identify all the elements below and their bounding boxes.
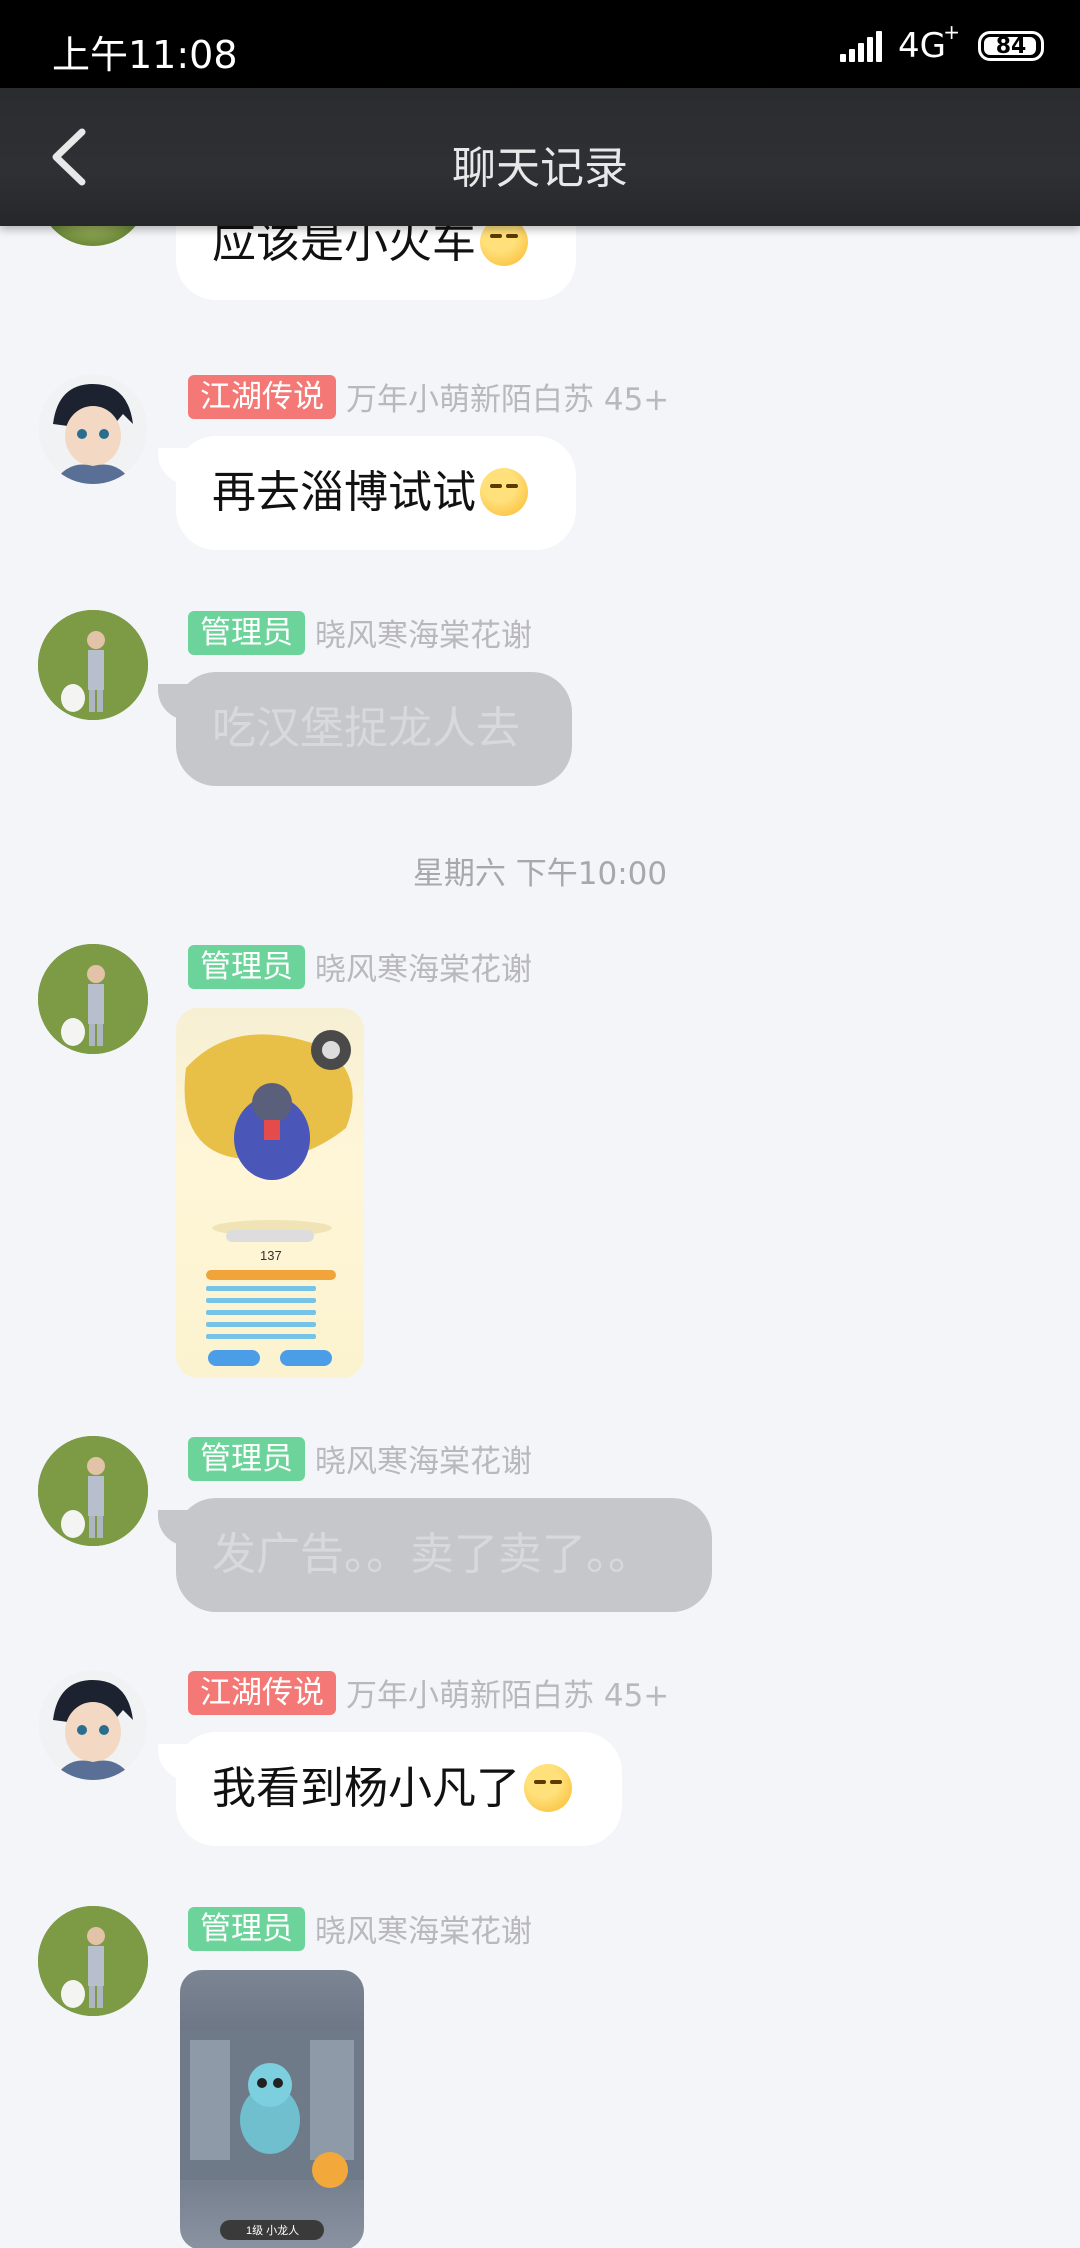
status-bar: 上午11:08 4G + 84 [0, 0, 1080, 88]
message-bubble[interactable]: 我看到杨小凡了 [158, 1732, 622, 1846]
role-badge: 管理员 [188, 1906, 305, 1951]
message-meta: 管理员 晓风寒海棠花谢 [188, 1436, 532, 1481]
avatar[interactable] [38, 226, 148, 246]
image-message[interactable]: 137 [176, 1008, 364, 1378]
network-type: 4G + [898, 20, 960, 66]
person-with-dog-avatar-icon [38, 944, 148, 1054]
message-meta: 江湖传说 万年小萌新陌白苏 45+ [188, 374, 669, 419]
nickname[interactable]: 晓风寒海棠花谢 [315, 944, 532, 989]
anime-avatar-icon [38, 1670, 148, 1780]
anime-avatar-icon [38, 374, 148, 484]
avatar[interactable] [38, 1436, 148, 1546]
nickname[interactable]: 晓风寒海棠花谢 [315, 1906, 532, 1951]
little-dragon-screenshot-icon: 1级 小龙人 [180, 2030, 364, 2240]
power-value: 137 [260, 1248, 282, 1263]
nickname[interactable]: 晓风寒海棠花谢 [315, 1436, 532, 1481]
status-time: 上午11:08 [52, 33, 238, 77]
message-bubble[interactable]: 吃汉堡捉龙人去 [158, 672, 572, 786]
nickname[interactable]: 万年小萌新陌白苏 45+ [346, 374, 669, 419]
person-with-dog-avatar-icon [38, 1436, 148, 1546]
battery-icon: 84 [978, 31, 1044, 61]
message-text: 再去淄博试试 [212, 467, 476, 518]
avatar[interactable] [38, 1670, 148, 1780]
chat-history[interactable]: 应该是小火车 江湖传说 万年小萌新陌白苏 45+ 再去淄博试试 管理员 晓风寒海… [0, 226, 1080, 2248]
smirk-emoji-icon [480, 468, 528, 516]
game-character-screenshot-icon: 137 [184, 1030, 353, 1366]
nav-bar: 聊天记录 [0, 88, 1080, 226]
rank-badge: 江湖传说 [188, 1670, 336, 1715]
rank-badge: 江湖传说 [188, 374, 336, 419]
avatar[interactable] [38, 374, 148, 484]
nickname[interactable]: 晓风寒海棠花谢 [315, 610, 532, 655]
avatar[interactable] [38, 610, 148, 720]
message-text: 吃汉堡捉龙人去 [212, 703, 520, 754]
message-meta: 管理员 晓风寒海棠花谢 [188, 1906, 532, 1951]
battery-level: 84 [995, 33, 1027, 59]
message-text: 我看到杨小凡了 [212, 1763, 520, 1814]
role-badge: 管理员 [188, 944, 305, 989]
person-with-dog-avatar-icon [38, 610, 148, 720]
timestamp: 星期六 下午10:00 [412, 856, 668, 892]
status-icons: 4G + 84 [840, 20, 1044, 66]
nickname[interactable]: 万年小萌新陌白苏 45+ [346, 1670, 669, 1715]
signal-icon [840, 30, 884, 62]
role-badge: 管理员 [188, 1436, 305, 1481]
message-bubble[interactable]: 再去淄博试试 [158, 436, 576, 550]
page-title: 聊天记录 [452, 143, 628, 194]
dragon-label: 1级 小龙人 [246, 2224, 299, 2237]
laugh-cry-emoji-icon [480, 226, 528, 266]
message-meta: 管理员 晓风寒海棠花谢 [188, 944, 532, 989]
role-badge: 管理员 [188, 610, 305, 655]
avatar[interactable] [38, 1906, 148, 2016]
avatar[interactable] [38, 944, 148, 1054]
message-bubble[interactable]: 发广告。。卖了卖了。。 [158, 1498, 712, 1612]
message-meta: 管理员 晓风寒海棠花谢 [188, 610, 532, 655]
person-with-dog-avatar-icon [38, 1906, 148, 2016]
message-text: 发广告。。卖了卖了。。 [212, 1529, 652, 1580]
message-text: 应该是小火车 [212, 226, 476, 268]
message-meta: 江湖传说 万年小萌新陌白苏 45+ [188, 1670, 669, 1715]
message-bubble[interactable]: 应该是小火车 [176, 226, 576, 300]
image-message[interactable]: 1级 小龙人 [180, 1970, 364, 2248]
smirk-emoji-icon [524, 1764, 572, 1812]
